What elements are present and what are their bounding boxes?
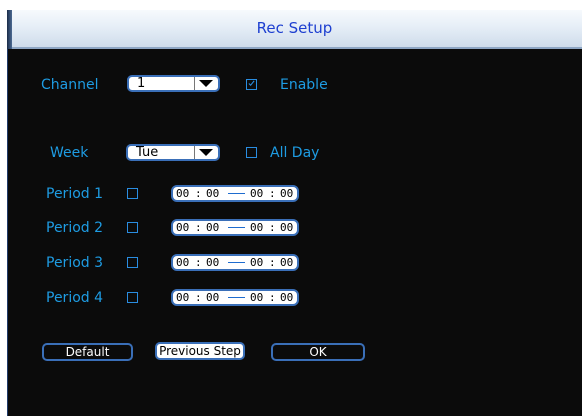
- period-3-label: Period 3: [46, 255, 104, 271]
- period-3-start-hour[interactable]: 00: [176, 256, 189, 269]
- time-separator: :: [195, 291, 202, 304]
- period-4-time-range[interactable]: 00 : 00 00 : 00: [171, 289, 299, 306]
- period-4-label: Period 4: [46, 290, 104, 306]
- time-separator: :: [195, 221, 202, 234]
- week-dropdown[interactable]: Tue: [126, 144, 220, 161]
- time-separator: :: [195, 256, 202, 269]
- default-button[interactable]: Default: [42, 343, 133, 361]
- period-3-end-minute[interactable]: 00: [280, 256, 293, 269]
- period-3-end-hour[interactable]: 00: [250, 256, 263, 269]
- time-separator: :: [195, 187, 202, 200]
- time-separator: :: [269, 256, 276, 269]
- enable-checkbox[interactable]: [246, 79, 257, 90]
- range-dash: [228, 297, 245, 298]
- all-day-label: All Day: [270, 145, 320, 161]
- period-2-time-range[interactable]: 00 : 00 00 : 00: [171, 219, 299, 236]
- period-2-end-minute[interactable]: 00: [280, 221, 293, 234]
- previous-step-button[interactable]: Previous Step: [155, 342, 245, 360]
- period-3-checkbox[interactable]: [127, 257, 138, 268]
- period-4-checkbox[interactable]: [127, 292, 138, 303]
- channel-dropdown[interactable]: 1: [127, 75, 220, 92]
- period-3-start-minute[interactable]: 00: [206, 256, 219, 269]
- period-2-start-hour[interactable]: 00: [176, 221, 189, 234]
- channel-value: 1: [137, 76, 146, 91]
- range-dash: [228, 262, 245, 263]
- period-2-checkbox[interactable]: [127, 222, 138, 233]
- period-1-end-minute[interactable]: 00: [280, 187, 293, 200]
- all-day-checkbox[interactable]: [246, 147, 257, 158]
- chevron-down-icon: [199, 149, 213, 156]
- time-separator: :: [269, 291, 276, 304]
- period-4-start-hour[interactable]: 00: [176, 291, 189, 304]
- time-separator: :: [269, 187, 276, 200]
- period-3-time-range[interactable]: 00 : 00 00 : 00: [171, 254, 299, 271]
- period-2-end-hour[interactable]: 00: [250, 221, 263, 234]
- period-1-checkbox[interactable]: [127, 188, 138, 199]
- channel-label: Channel: [41, 77, 99, 93]
- period-1-time-range[interactable]: 00 : 00 00 : 00: [171, 185, 299, 202]
- ok-button[interactable]: OK: [271, 343, 365, 361]
- period-2-label: Period 2: [46, 220, 104, 236]
- check-icon: [248, 80, 255, 87]
- enable-label: Enable: [280, 77, 328, 93]
- chevron-down-icon: [199, 80, 213, 87]
- week-value: Tue: [136, 145, 159, 160]
- period-1-start-minute[interactable]: 00: [206, 187, 219, 200]
- range-dash: [228, 227, 245, 228]
- period-1-end-hour[interactable]: 00: [250, 187, 263, 200]
- title-bar: Rec Setup: [7, 10, 582, 49]
- period-4-end-minute[interactable]: 00: [280, 291, 293, 304]
- range-dash: [228, 193, 245, 194]
- period-1-label: Period 1: [46, 186, 104, 202]
- period-4-start-minute[interactable]: 00: [206, 291, 219, 304]
- time-separator: :: [269, 221, 276, 234]
- rec-setup-window: Rec Setup Channel 1 Enable Week Tue All …: [7, 10, 582, 416]
- period-2-start-minute[interactable]: 00: [206, 221, 219, 234]
- week-dropdown-toggle[interactable]: [194, 146, 218, 159]
- period-1-start-hour[interactable]: 00: [176, 187, 189, 200]
- settings-panel: Channel 1 Enable Week Tue All Day Period…: [7, 49, 582, 416]
- channel-dropdown-toggle[interactable]: [194, 77, 218, 90]
- week-label: Week: [50, 145, 89, 161]
- window-title: Rec Setup: [256, 19, 333, 37]
- period-4-end-hour[interactable]: 00: [250, 291, 263, 304]
